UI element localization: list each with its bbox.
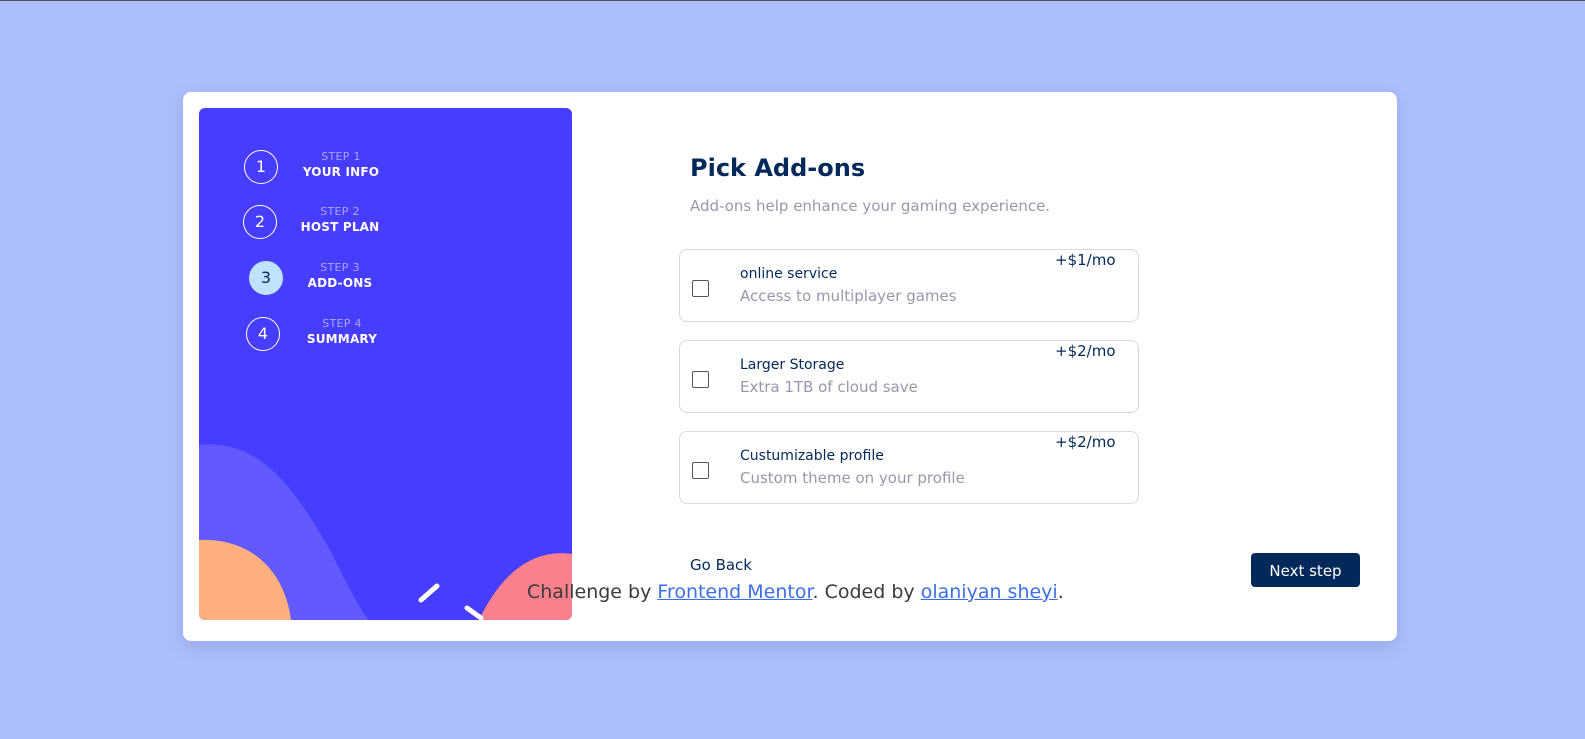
addon-checkbox[interactable] [692, 462, 709, 479]
page-subtitle: Add-ons help enhance your gaming experie… [690, 197, 1051, 215]
step-label: STEP 3 [320, 261, 360, 274]
step-label: STEP 4 [322, 317, 362, 330]
addon-description: Extra 1TB of cloud save [740, 378, 918, 396]
addon-name: Larger Storage [740, 357, 845, 373]
form-card: 1 STEP 1 YOUR INFO 2 STEP 2 HOST PLAN 3 … [183, 92, 1397, 641]
sidebar-step-2[interactable]: 2 STEP 2 HOST PLAN [243, 205, 443, 245]
addon-checkbox[interactable] [692, 371, 709, 388]
addon-description: Access to multiplayer games [740, 287, 957, 305]
attribution: Challenge by Frontend Mentor. Coded by o… [527, 581, 1064, 603]
step-label: STEP 2 [320, 205, 360, 218]
step-title: YOUR INFO [302, 165, 380, 179]
addon-option-larger-storage[interactable]: Larger Storage Extra 1TB of cloud save +… [679, 340, 1139, 413]
addon-description: Custom theme on your profile [740, 469, 965, 487]
attribution-suffix: . [1057, 581, 1064, 603]
addon-checkbox[interactable] [692, 280, 709, 297]
addon-price: +$2/mo [1055, 342, 1116, 360]
step-title: HOST PLAN [300, 220, 380, 234]
addon-price: +$1/mo [1055, 251, 1116, 269]
addon-name: Custumizable profile [740, 448, 884, 464]
sidebar: 1 STEP 1 YOUR INFO 2 STEP 2 HOST PLAN 3 … [199, 108, 572, 620]
go-back-button[interactable]: Go Back [690, 556, 752, 574]
sidebar-step-4[interactable]: 4 STEP 4 SUMMARY [246, 317, 446, 357]
sidebar-step-1[interactable]: 1 STEP 1 YOUR INFO [244, 150, 444, 190]
addon-option-customizable-profile[interactable]: Custumizable profile Custom theme on you… [679, 431, 1139, 504]
addon-option-online-service[interactable]: online service Access to multiplayer gam… [679, 249, 1139, 322]
step-title: SUMMARY [306, 332, 378, 346]
next-step-button[interactable]: Next step [1251, 553, 1360, 587]
step-number: 1 [244, 150, 278, 184]
step-label: STEP 1 [321, 150, 361, 163]
step-number: 2 [243, 205, 277, 239]
sidebar-step-3[interactable]: 3 STEP 3 ADD-ONS [249, 261, 449, 301]
attribution-middle: . Coded by [812, 581, 921, 603]
frontend-mentor-link[interactable]: Frontend Mentor [657, 581, 812, 603]
step-number: 4 [246, 317, 280, 351]
addon-price: +$2/mo [1055, 433, 1116, 451]
author-link[interactable]: olaniyan sheyi [921, 581, 1058, 603]
addon-name: online service [740, 266, 838, 282]
step-number-active: 3 [249, 261, 283, 295]
step-title: ADD-ONS [307, 276, 373, 290]
page-title: Pick Add-ons [690, 154, 866, 182]
attribution-prefix: Challenge by [527, 581, 658, 603]
